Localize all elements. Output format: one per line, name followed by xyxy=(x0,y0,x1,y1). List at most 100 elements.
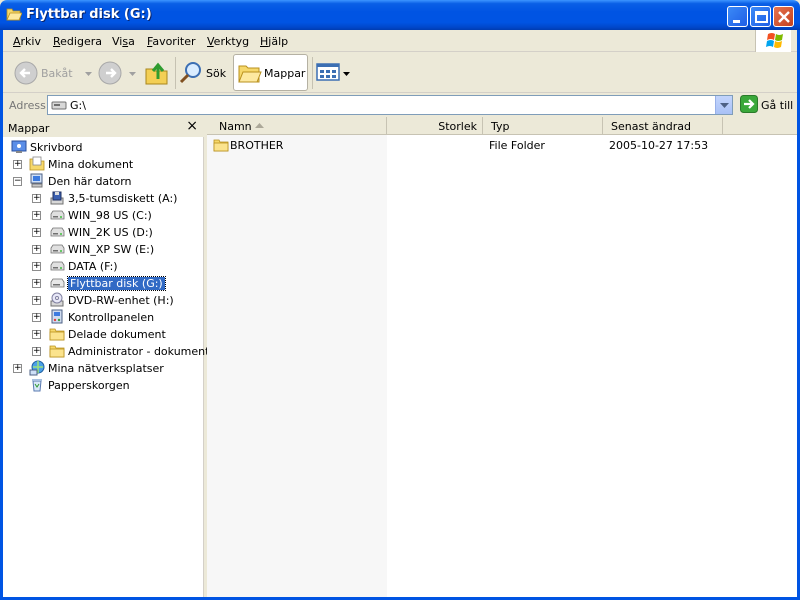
tree-item-label: Kontrollpanelen xyxy=(68,311,155,324)
expand-icon[interactable]: + xyxy=(32,211,41,220)
expand-icon[interactable]: + xyxy=(32,296,41,305)
title-bar[interactable]: Flyttbar disk (G:) xyxy=(0,0,800,30)
go-button[interactable]: Gå till xyxy=(739,95,795,115)
hard-drive-icon xyxy=(50,210,65,220)
menu-redigera[interactable]: Redigera xyxy=(53,35,102,48)
sorted-column-highlight xyxy=(207,135,387,597)
hard-drive-icon xyxy=(50,261,65,271)
close-button[interactable] xyxy=(773,6,794,27)
tree-item[interactable]: + Flyttbar disk (G:) xyxy=(3,275,203,292)
tree-item-label: Skrivbord xyxy=(30,141,83,154)
expand-icon[interactable]: + xyxy=(13,160,22,169)
floppy-drive-icon xyxy=(50,191,64,205)
tree-item-label: DATA (F:) xyxy=(68,260,118,273)
tree-item[interactable]: + Mina dokument xyxy=(3,156,203,173)
chevron-down-icon xyxy=(720,103,729,108)
expand-icon[interactable]: + xyxy=(32,347,41,356)
chevron-down-icon xyxy=(129,72,136,76)
tree-item[interactable]: + Administrator - dokument xyxy=(3,343,209,360)
expand-icon[interactable]: + xyxy=(32,228,41,237)
tree-item[interactable]: Skrivbord xyxy=(3,139,203,156)
views-icon xyxy=(316,63,340,81)
network-places-icon xyxy=(29,360,45,376)
menu-arkiv[interactable]: Arkiv xyxy=(13,35,41,48)
go-arrow-icon xyxy=(740,95,758,113)
address-dropdown-button[interactable] xyxy=(715,96,732,114)
recycle-bin-icon xyxy=(32,379,42,392)
expand-icon[interactable]: + xyxy=(32,330,41,339)
tree-item[interactable]: +3,5-tumsdiskett (A:) xyxy=(3,190,203,207)
toolbar-separator xyxy=(175,57,176,89)
column-headers: Namn Storlek Typ Senast ändrad xyxy=(207,117,797,135)
tree-item[interactable]: + DATA (F:) xyxy=(3,258,203,275)
tree-item[interactable]: + WIN_98 US (C:) xyxy=(3,207,203,224)
close-icon xyxy=(778,11,790,23)
desktop-icon xyxy=(11,140,27,153)
menu-visa[interactable]: Visa xyxy=(112,35,135,48)
folder-icon xyxy=(49,328,65,341)
hard-drive-icon xyxy=(50,244,65,254)
toolbar-separator xyxy=(312,57,313,89)
tree-item[interactable]: Papperskorgen xyxy=(3,377,203,394)
tree-item[interactable]: + WIN_2K US (D:) xyxy=(3,224,203,241)
address-bar: Adress G:\ Gå till xyxy=(3,94,797,116)
expand-icon[interactable]: + xyxy=(32,279,41,288)
collapse-icon[interactable]: − xyxy=(13,177,22,186)
address-input[interactable]: G:\ xyxy=(47,95,733,115)
forward-button[interactable] xyxy=(95,55,137,91)
expand-icon[interactable]: + xyxy=(32,313,41,322)
column-header-modified[interactable]: Senast ändrad xyxy=(603,117,723,135)
tree-item[interactable]: + WIN_XP SW (E:) xyxy=(3,241,203,258)
tree-item[interactable]: − Den här datorn xyxy=(3,173,203,190)
chevron-down-icon xyxy=(343,72,350,76)
hard-drive-icon xyxy=(50,227,65,237)
window-title: Flyttbar disk (G:) xyxy=(26,7,152,22)
file-list-row[interactable]: BROTHER File Folder 2005-10-27 17:53 xyxy=(207,137,797,154)
tree-item-label: Flyttbar disk (G:) xyxy=(67,276,166,291)
up-folder-button[interactable] xyxy=(143,55,171,91)
search-button[interactable]: Sök xyxy=(179,55,229,91)
tree-item-label: WIN_XP SW (E:) xyxy=(68,243,155,256)
column-header-type[interactable]: Typ xyxy=(483,117,603,135)
expand-icon[interactable]: + xyxy=(32,262,41,271)
toolbar: Bakåt Sök Mappar xyxy=(3,53,797,93)
column-header-name[interactable]: Namn xyxy=(207,117,387,135)
tree-item-label: DVD-RW-enhet (H:) xyxy=(68,294,174,307)
folders-button[interactable]: Mappar xyxy=(233,54,308,91)
folders-pane: Mappar × Skrivbord + Mina dokument − Den här… xyxy=(3,117,209,597)
menu-bar: Arkiv Redigera Visa Favoriter Verktyg Hj… xyxy=(3,30,797,52)
folder-icon xyxy=(49,345,65,358)
back-button[interactable]: Bakåt xyxy=(11,55,92,91)
file-name: BROTHER xyxy=(230,139,284,152)
menu-hjalp[interactable]: Hjälp xyxy=(260,35,288,48)
file-list-pane: Namn Storlek Typ Senast ändrad BROTHER F… xyxy=(207,117,797,597)
expand-icon[interactable]: + xyxy=(32,194,41,203)
dvd-drive-icon xyxy=(50,292,64,307)
tree-item[interactable]: + Delade dokument xyxy=(3,326,203,343)
tree-item[interactable]: + Kontrollpanelen xyxy=(3,309,203,326)
expand-icon[interactable]: + xyxy=(13,364,22,373)
removable-drive-icon xyxy=(50,278,65,288)
tree-item[interactable]: + Mina nätverksplatser xyxy=(3,360,203,377)
folders-pane-title: Mappar xyxy=(8,122,50,135)
chevron-down-icon xyxy=(85,72,92,76)
menu-verktyg[interactable]: Verktyg xyxy=(207,35,249,48)
folders-pane-close-button[interactable]: × xyxy=(186,118,198,134)
minimize-icon xyxy=(733,20,740,23)
maximize-button[interactable] xyxy=(750,6,771,27)
control-panel-icon xyxy=(51,309,63,324)
forward-arrow-icon xyxy=(98,61,122,85)
expand-icon[interactable]: + xyxy=(32,245,41,254)
tree-item-label: WIN_2K US (D:) xyxy=(68,226,153,239)
tree-item[interactable]: + DVD-RW-enhet (H:) xyxy=(3,292,203,309)
menu-favoriter[interactable]: Favoriter xyxy=(147,35,196,48)
column-header-size[interactable]: Storlek xyxy=(387,117,483,135)
views-button[interactable] xyxy=(316,55,352,91)
search-label: Sök xyxy=(206,67,227,80)
minimize-button[interactable] xyxy=(727,6,748,27)
tree-item-label: Mina dokument xyxy=(48,158,134,171)
folders-icon xyxy=(238,65,262,83)
tree-item-label: Administrator - dokument xyxy=(68,345,210,358)
folders-pane-header: Mappar × xyxy=(3,117,204,137)
folder-icon xyxy=(213,139,229,152)
